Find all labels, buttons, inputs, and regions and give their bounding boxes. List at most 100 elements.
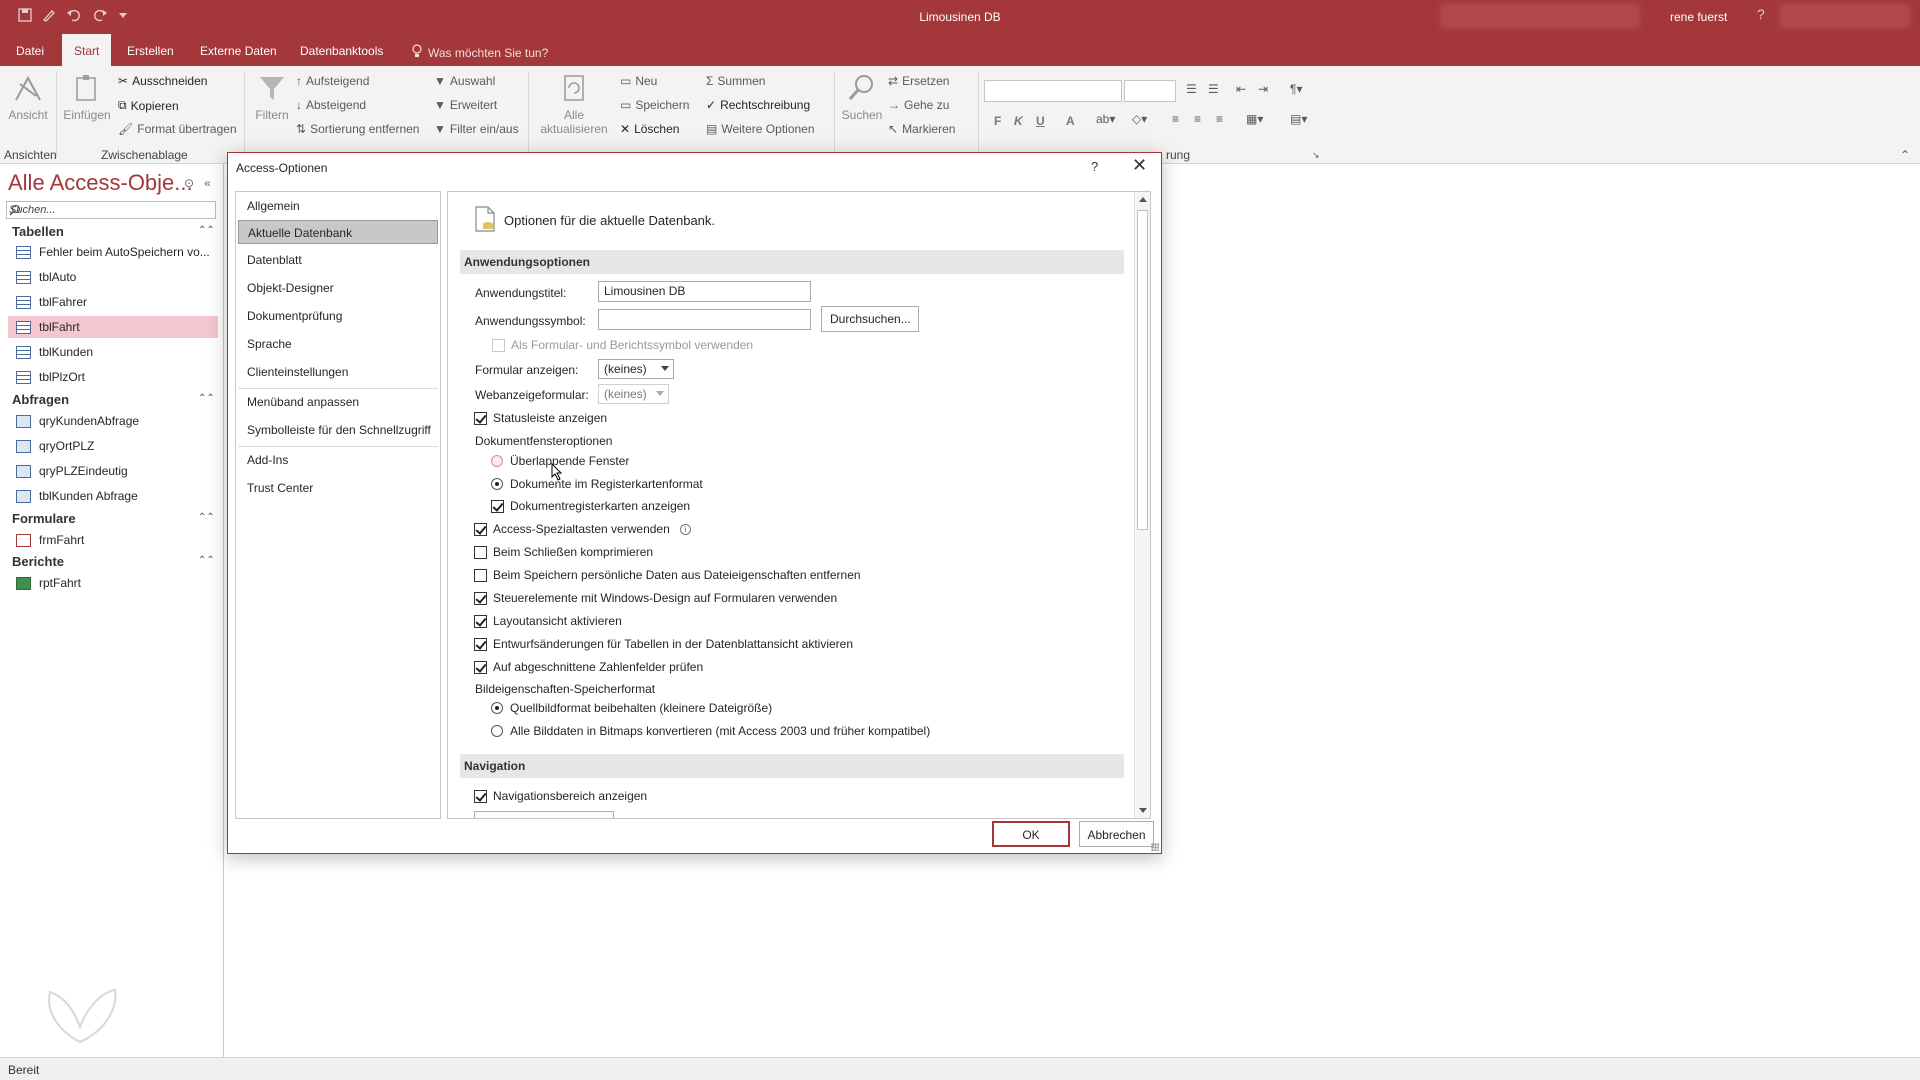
nav-item[interactable]: tblFahrer bbox=[8, 291, 218, 313]
nav-item[interactable]: qryKundenAbfrage bbox=[8, 410, 218, 432]
help-icon[interactable]: ? bbox=[1757, 6, 1765, 22]
view-button[interactable]: Ansicht bbox=[6, 72, 50, 122]
nav-options-button-partial[interactable] bbox=[474, 811, 614, 818]
content-scrollbar[interactable] bbox=[1134, 192, 1150, 818]
fill-color-icon[interactable]: ◇▾ bbox=[1132, 112, 1147, 126]
font-color-button[interactable]: A bbox=[1066, 114, 1075, 128]
goto-button[interactable]: → Gehe zu bbox=[888, 98, 949, 112]
collapse-group-icon[interactable]: ⌃⌃ bbox=[198, 225, 215, 236]
font-size-combo[interactable] bbox=[1124, 80, 1176, 102]
refresh-all-button[interactable]: Alle aktualisieren bbox=[534, 72, 614, 136]
indent-decrease-icon[interactable]: ⇤ bbox=[1236, 82, 1246, 96]
alternate-row-icon[interactable]: ▤▾ bbox=[1290, 112, 1307, 126]
new-record-button[interactable]: ▭ Neu bbox=[620, 74, 657, 88]
dialog-close-icon[interactable]: ✕ bbox=[1132, 155, 1147, 176]
sort-descending-button[interactable]: ↓ Absteigend bbox=[296, 98, 366, 112]
bold-button[interactable]: F bbox=[994, 114, 1001, 128]
show-form-select[interactable]: (keines) bbox=[598, 359, 674, 379]
align-center-icon[interactable]: ≡ bbox=[1194, 112, 1201, 126]
nav-item[interactable]: qryOrtPLZ bbox=[8, 435, 218, 457]
nav-item[interactable]: tblKunden bbox=[8, 341, 218, 363]
tabbed-documents-radio[interactable]: Dokumente im Registerkartenformat bbox=[491, 477, 703, 491]
category-clienteinstellungen[interactable]: Clienteinstellungen bbox=[238, 360, 438, 384]
more-options-button[interactable]: ▤ Weitere Optionen bbox=[706, 122, 815, 136]
category-dokumentpruefung[interactable]: Dokumentprüfung bbox=[238, 304, 438, 328]
toggle-filter-button[interactable]: ▼ Filter ein/aus bbox=[434, 122, 519, 136]
replace-button[interactable]: ⇄ Ersetzen bbox=[888, 74, 949, 88]
nav-item[interactable]: tblAuto bbox=[8, 266, 218, 288]
delete-record-button[interactable]: ✕ Löschen bbox=[620, 122, 679, 136]
scroll-thumb[interactable] bbox=[1137, 210, 1148, 530]
category-datenblatt[interactable]: Datenblatt bbox=[238, 248, 438, 272]
underline-button[interactable]: U bbox=[1036, 114, 1045, 128]
tab-datenbanktools[interactable]: Datenbanktools bbox=[300, 44, 383, 58]
selection-filter-button[interactable]: ▼ Auswahl bbox=[434, 74, 495, 88]
numbering-icon[interactable]: ☰ bbox=[1208, 82, 1219, 96]
remove-personal-info-checkbox[interactable]: Beim Speichern persönliche Daten aus Dat… bbox=[474, 568, 861, 582]
filter-button[interactable]: Filtern bbox=[250, 72, 294, 122]
gridlines-icon[interactable]: ▦▾ bbox=[1246, 112, 1263, 126]
nav-item[interactable]: tblKunden Abfrage bbox=[8, 485, 218, 507]
app-title-input[interactable]: Limousinen DB bbox=[598, 281, 811, 302]
copy-button[interactable]: ⧉ Kopieren bbox=[118, 98, 179, 113]
category-sprache[interactable]: Sprache bbox=[238, 332, 438, 356]
category-objekt-designer[interactable]: Objekt-Designer bbox=[238, 276, 438, 300]
rtl-icon[interactable]: ¶▾ bbox=[1290, 82, 1302, 96]
show-doc-tabs-checkbox[interactable]: Dokumentregisterkarten anzeigen bbox=[491, 499, 690, 513]
convert-bitmaps-radio[interactable]: Alle Bilddaten in Bitmaps konvertieren (… bbox=[491, 724, 930, 738]
show-statusbar-checkbox[interactable]: Statusleiste anzeigen bbox=[474, 411, 607, 425]
web-form-select[interactable]: (keines) bbox=[598, 384, 669, 404]
category-symbolleiste[interactable]: Symbolleiste für den Schnellzugriff bbox=[238, 418, 438, 442]
collapse-pane-icon[interactable]: « bbox=[204, 176, 211, 190]
nav-group-tabellen[interactable]: Tabellen bbox=[12, 224, 64, 239]
dialog-launcher-icon[interactable]: ↘ bbox=[1312, 150, 1320, 161]
info-icon[interactable]: i bbox=[679, 523, 691, 535]
remove-sort-button[interactable]: ⇅ Sortierung entfernen bbox=[296, 122, 419, 136]
category-aktuelle-datenbank[interactable]: Aktuelle Datenbank bbox=[238, 220, 438, 244]
user-name[interactable]: rene fuerst bbox=[1670, 10, 1727, 24]
compact-on-close-checkbox[interactable]: Beim Schließen komprimieren bbox=[474, 545, 653, 559]
cancel-button[interactable]: Abbrechen bbox=[1079, 821, 1154, 847]
nav-search-input[interactable]: Suchen... bbox=[6, 201, 216, 219]
nav-group-abfragen[interactable]: Abfragen bbox=[12, 392, 69, 407]
nav-item[interactable]: rptFahrt bbox=[8, 572, 218, 594]
sort-ascending-button[interactable]: ↑ Aufsteigend bbox=[296, 74, 369, 88]
font-name-combo[interactable] bbox=[984, 80, 1122, 102]
nav-item[interactable]: qryPLZEindeutig bbox=[8, 460, 218, 482]
tab-start[interactable]: Start bbox=[62, 34, 112, 66]
align-right-icon[interactable]: ≡ bbox=[1216, 112, 1223, 126]
show-nav-pane-checkbox[interactable]: Navigationsbereich anzeigen bbox=[474, 789, 647, 803]
truncated-numbers-checkbox[interactable]: Auf abgeschnittene Zahlenfelder prüfen bbox=[474, 660, 703, 674]
windows-themed-controls-checkbox[interactable]: Steuerelemente mit Windows-Design auf Fo… bbox=[474, 591, 837, 605]
category-allgemein[interactable]: Allgemein bbox=[238, 194, 438, 218]
save-record-button[interactable]: ▭ Speichern bbox=[620, 98, 689, 112]
resize-grip-icon[interactable] bbox=[1151, 843, 1159, 851]
nav-item[interactable]: tblPlzOrt bbox=[8, 366, 218, 388]
scroll-up-icon[interactable] bbox=[1139, 197, 1147, 202]
use-as-form-icon-checkbox[interactable]: Als Formular- und Berichtssymbol verwend… bbox=[492, 338, 753, 352]
cut-button[interactable]: ✂ Ausschneiden bbox=[118, 74, 207, 88]
collapse-group-icon[interactable]: ⌃⌃ bbox=[198, 512, 215, 523]
spelling-button[interactable]: ✓ Rechtschreibung bbox=[706, 98, 810, 112]
nav-item-selected[interactable]: tblFahrt bbox=[8, 316, 218, 338]
tab-datei[interactable]: Datei bbox=[16, 44, 44, 58]
bullets-icon[interactable]: ☰ bbox=[1186, 82, 1197, 96]
tab-erstellen[interactable]: Erstellen bbox=[127, 44, 174, 58]
nav-pane-title[interactable]: Alle Access-Obje... bbox=[8, 170, 193, 196]
nav-menu-chevron-icon[interactable]: ⊙ bbox=[184, 176, 194, 190]
access-keys-checkbox[interactable]: Access-Spezialtasten verwenden i bbox=[474, 522, 691, 536]
totals-button[interactable]: Σ Summen bbox=[706, 74, 765, 88]
category-add-ins[interactable]: Add-Ins bbox=[238, 448, 438, 472]
app-icon-input[interactable] bbox=[598, 309, 811, 330]
find-button[interactable]: Suchen bbox=[840, 72, 884, 122]
browse-button[interactable]: Durchsuchen... bbox=[821, 306, 919, 332]
indent-increase-icon[interactable]: ⇥ bbox=[1258, 82, 1268, 96]
search-icon[interactable] bbox=[9, 204, 212, 219]
format-painter-button[interactable]: 🖌 Format übertragen bbox=[118, 122, 237, 136]
nav-group-berichte[interactable]: Berichte bbox=[12, 554, 64, 569]
ok-button[interactable]: OK bbox=[992, 821, 1070, 847]
align-left-icon[interactable]: ≡ bbox=[1172, 112, 1179, 126]
italic-button[interactable]: K bbox=[1014, 114, 1023, 128]
highlight-icon[interactable]: ab▾ bbox=[1096, 112, 1115, 126]
collapse-group-icon[interactable]: ⌃⌃ bbox=[198, 555, 215, 566]
